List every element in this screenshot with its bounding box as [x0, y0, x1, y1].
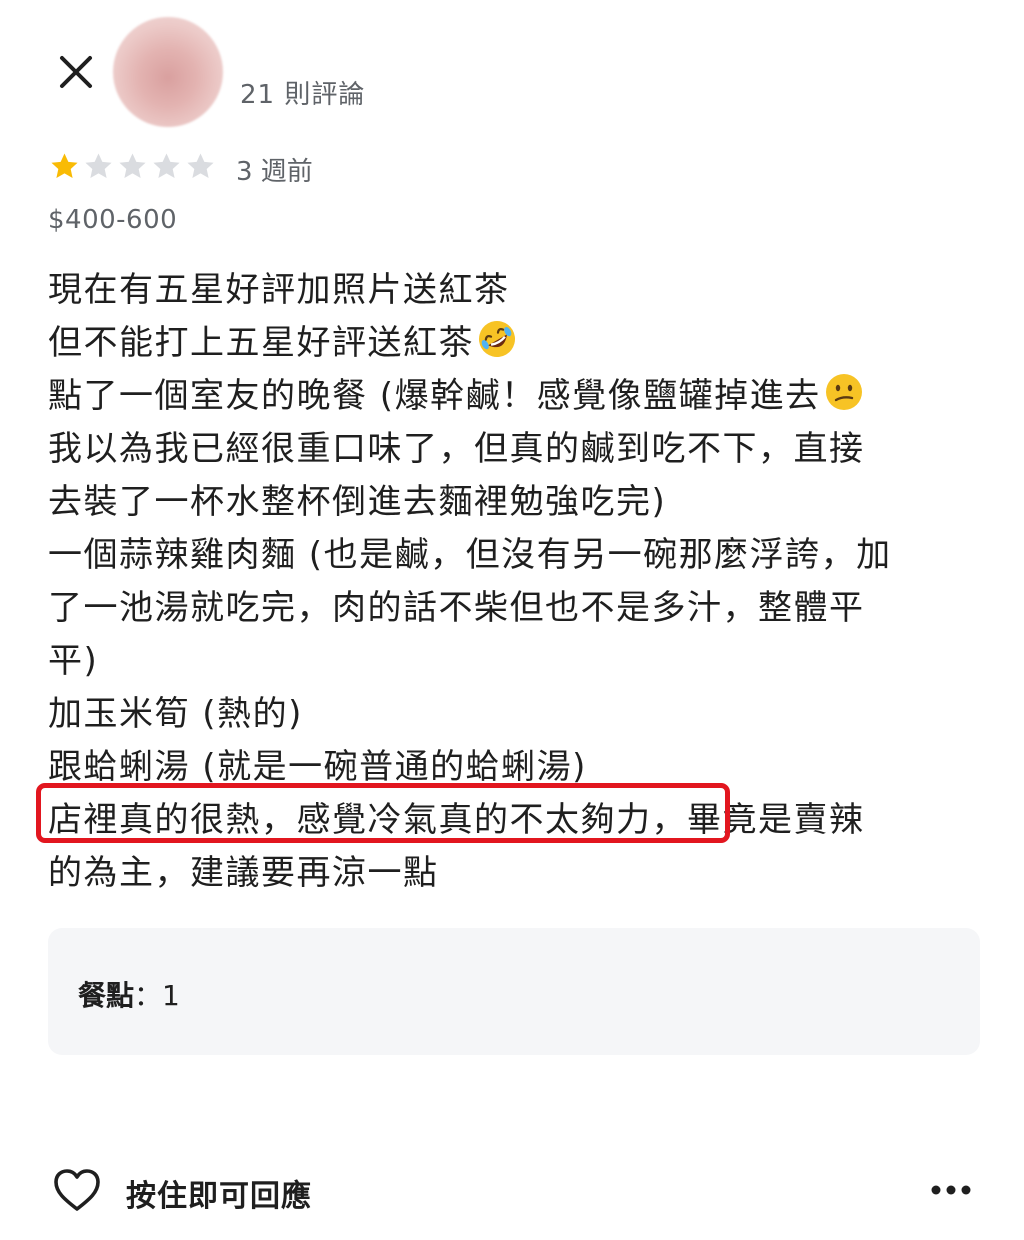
- review-line: 平): [48, 635, 958, 688]
- star-empty-icon: [119, 153, 146, 179]
- review-line: 了一池湯就吃完，肉的話不柴但也不是多汁，整體平: [48, 582, 958, 635]
- heart-outline-icon: [54, 1169, 100, 1211]
- rolling-on-floor-laughing-emoji: [479, 321, 515, 357]
- food-rating-label: 餐點: [78, 979, 135, 1012]
- review-line-text: 去裝了一杯水整杯倒進去麵裡勉強吃完): [48, 482, 667, 522]
- confused-face-emoji: [825, 374, 862, 410]
- avatar[interactable]: [113, 17, 223, 127]
- review-line-text: 跟蛤蜊湯 (就是一碗普通的蛤蜊湯): [48, 747, 587, 787]
- review-line: 現在有五星好評加照片送紅茶: [48, 264, 958, 317]
- attribute-separator: ：: [134, 979, 163, 1012]
- more-horizontal-icon: [931, 1185, 971, 1195]
- star-empty-icon: [187, 153, 214, 179]
- review-line: 加玉米筍 (熱的): [48, 688, 958, 741]
- review-line-text: 點了一個室友的晚餐 (爆幹鹹！感覺像鹽罐掉進去: [48, 376, 821, 416]
- review-time-ago: 3 週前: [236, 157, 313, 187]
- review-footer: 按住即可回應: [0, 1155, 1024, 1225]
- star-empty-icon: [85, 153, 112, 179]
- review-line: 但不能打上五星好評送紅茶: [48, 317, 958, 370]
- review-line-text: 現在有五星好評加照片送紅茶: [48, 270, 510, 310]
- review-line-text: 但不能打上五星好評送紅茶: [48, 323, 474, 363]
- review-line-text: 了一池湯就吃完，肉的話不柴但也不是多汁，整體平: [48, 588, 865, 628]
- star-empty-icon: [153, 153, 180, 179]
- price-range: $400-600: [48, 205, 178, 235]
- review-line-text: 平): [48, 641, 99, 681]
- reviewer-review-count: 21 則評論: [240, 80, 366, 110]
- review-line: 去裝了一杯水整杯倒進去麵裡勉強吃完): [48, 476, 958, 529]
- star-rating: [48, 150, 217, 183]
- review-attributes-card: 餐點：1: [48, 928, 980, 1055]
- star-filled-icon: [51, 153, 78, 179]
- highlight-annotation-box: [36, 783, 730, 843]
- review-line-text: 我以為我已經很重口味了，但真的鹹到吃不下，直接: [48, 429, 865, 469]
- food-rating-attribute: 餐點：1: [78, 974, 180, 1014]
- food-rating-value: 1: [162, 979, 180, 1012]
- review-line: 我以為我已經很重口味了，但真的鹹到吃不下，直接: [48, 423, 958, 476]
- like-button[interactable]: [50, 1163, 104, 1217]
- review-line-text: 的為主，建議要再涼一點: [48, 853, 439, 893]
- review-line: 的為主，建議要再涼一點: [48, 847, 958, 900]
- review-line-text: 一個蒜辣雞肉麵 (也是鹹，但沒有另一碗那麼浮誇，加: [48, 535, 892, 575]
- more-options-button[interactable]: [926, 1175, 976, 1205]
- hold-to-reply-label[interactable]: 按住即可回應: [126, 1171, 312, 1215]
- close-icon: [60, 56, 92, 88]
- review-line: 一個蒜辣雞肉麵 (也是鹹，但沒有另一碗那麼浮誇，加: [48, 529, 958, 582]
- review-line-text: 加玉米筍 (熱的): [48, 694, 303, 734]
- review-line: 點了一個室友的晚餐 (爆幹鹹！感覺像鹽罐掉進去: [48, 370, 958, 423]
- close-button[interactable]: [52, 48, 100, 96]
